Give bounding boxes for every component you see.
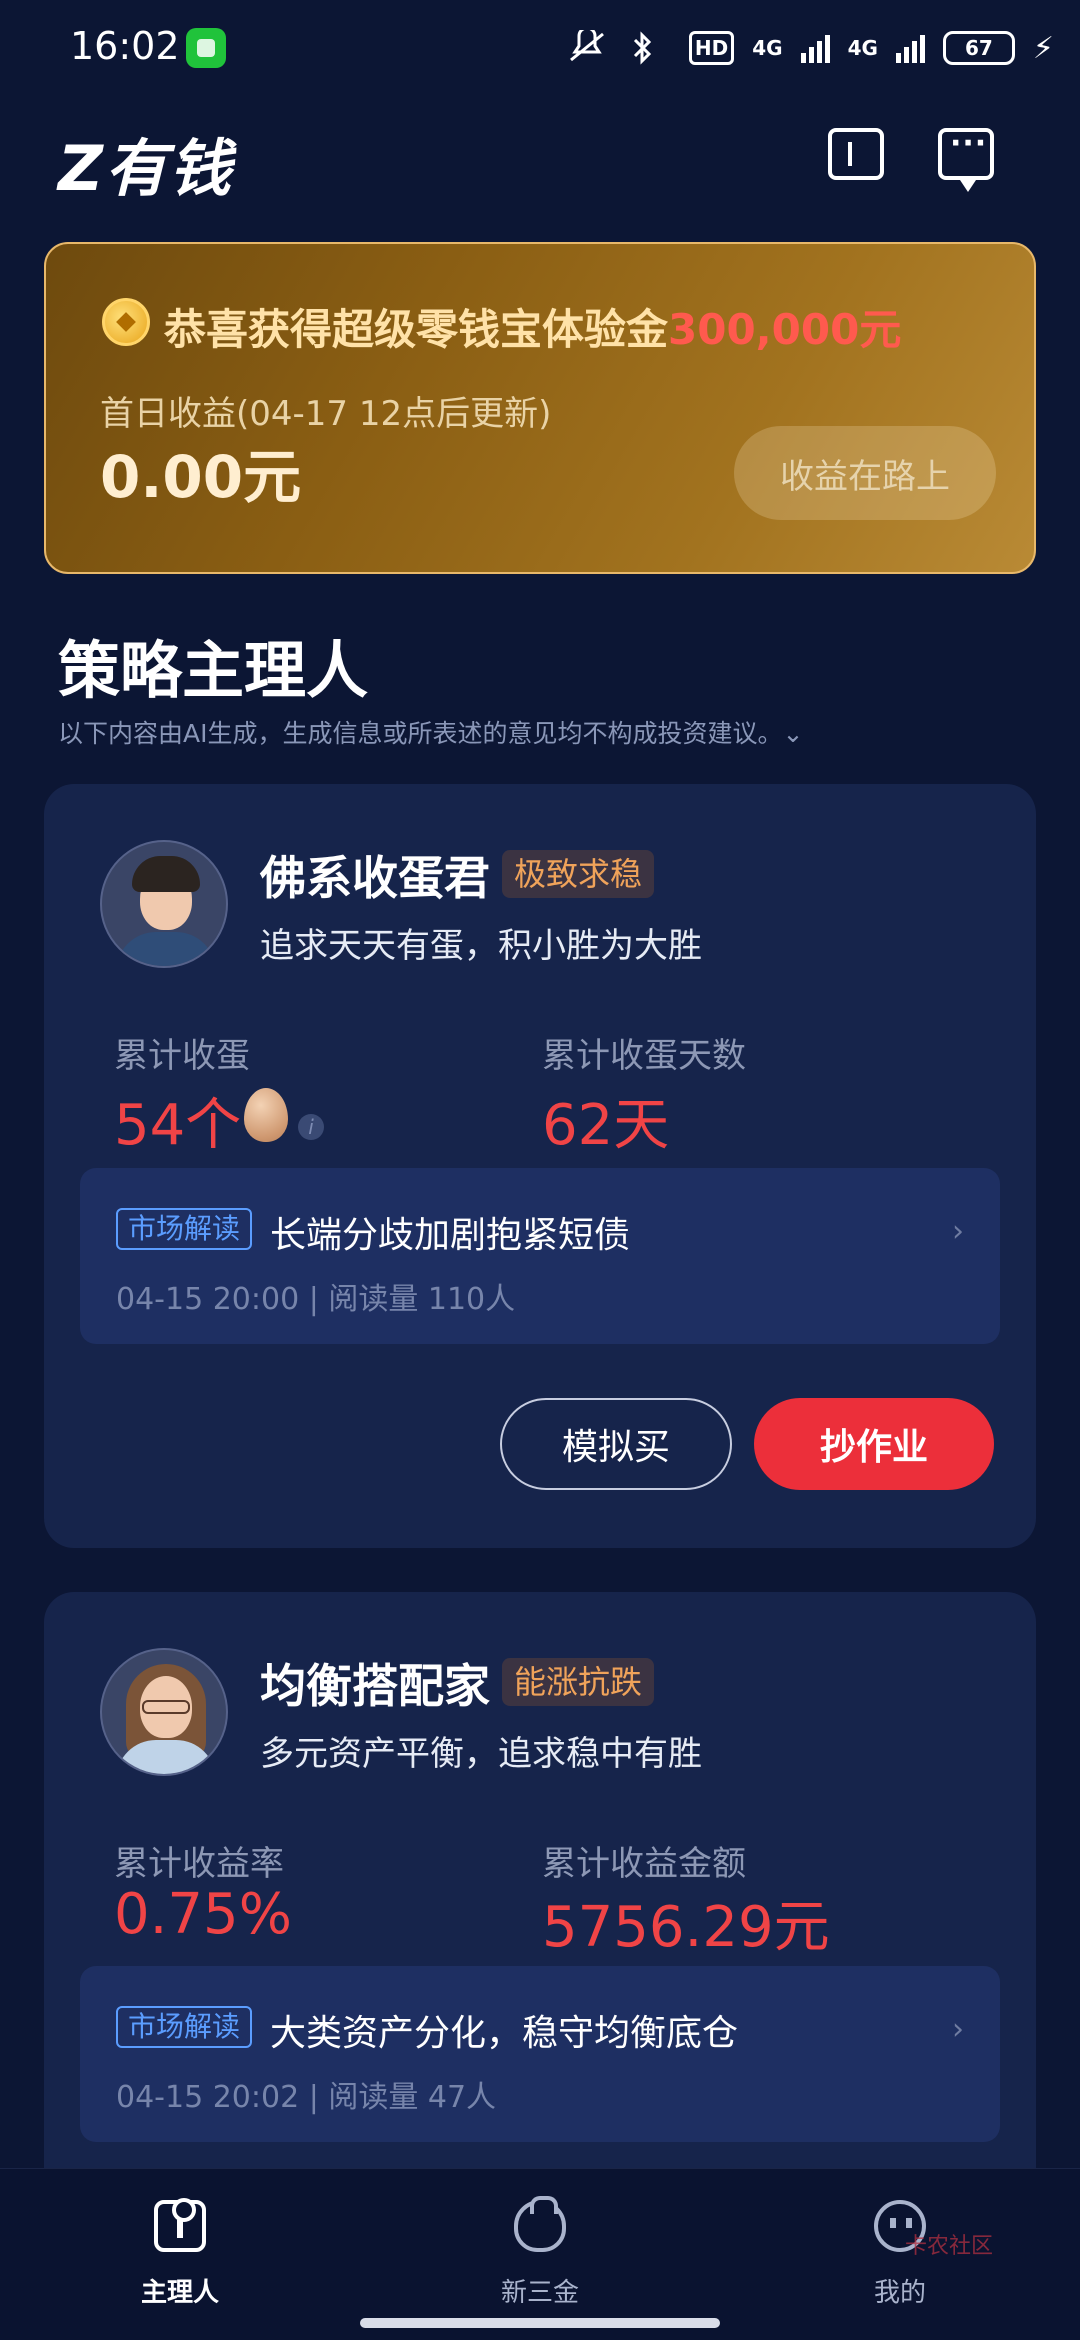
home-indicator[interactable] (360, 2318, 720, 2328)
stat-label: 累计收蛋 (114, 1036, 250, 1076)
tab-label: 我的 (873, 2278, 926, 2308)
market-news-item[interactable]: 市场解读 长端分歧加剧抱紧短债 04-15 20:00 | 阅读量 110人 › (80, 1168, 1000, 1344)
chevron-right-icon: › (952, 1214, 964, 1249)
earnings-status-button[interactable]: 收益在路上 (734, 426, 996, 520)
signal-icon-1 (800, 33, 830, 63)
manager-motto: 多元资产平衡，追求稳中有胜 (260, 1734, 702, 1774)
manager-name: 佛系收蛋君 (260, 851, 490, 905)
banner-title: 恭喜获得超级零钱宝体验金300,000元 (164, 305, 902, 354)
copy-strategy-button[interactable]: 抄作业 (754, 1398, 994, 1490)
manager-motto: 追求天天有蛋，积小胜为大胜 (260, 926, 702, 966)
message-icon[interactable] (938, 126, 994, 192)
ai-disclaimer[interactable]: 以下内容由AI生成，生成信息或所表述的意见均不构成投资建议。⌄ (58, 714, 803, 750)
stat-value: 5756.29元 (542, 1895, 830, 1960)
manager-name: 均衡搭配家 (260, 1659, 490, 1713)
manager-icon (154, 2198, 206, 2252)
manager-card[interactable]: 佛系收蛋君 极致求稳 追求天天有蛋，积小胜为大胜 累计收蛋 54个 i 累计收蛋… (44, 784, 1036, 1548)
news-title: 大类资产分化，稳守均衡底仓 (270, 2013, 739, 2054)
market-news-item[interactable]: 市场解读 大类资产分化，稳守均衡底仓 04-15 20:02 | 阅读量 47人… (80, 1966, 1000, 2142)
news-title: 长端分歧加剧抱紧短债 (270, 1215, 631, 1256)
news-badge: 市场解读 (116, 2006, 253, 2048)
stat-value: 62天 (542, 1093, 670, 1158)
news-meta: 04-15 20:02 | 阅读量 47人 (116, 2080, 497, 2115)
stat-label: 累计收益金额 (542, 1844, 746, 1884)
avatar (100, 840, 228, 968)
section-title: 策略主理人 (58, 634, 369, 707)
info-icon[interactable]: i (298, 1114, 324, 1140)
charging-icon: ⚡ (1032, 30, 1054, 66)
banner-amount: 0.00元 (100, 443, 302, 511)
tab-mine[interactable]: 我的 (780, 2200, 1020, 2320)
ingot-icon (514, 2196, 566, 2252)
network-type-1: 4G (752, 36, 783, 60)
tab-label: 主理人 (140, 2278, 219, 2308)
status-icons: HD 4G 4G 67 ⚡ (565, 24, 1054, 72)
signal-icon-2 (895, 33, 925, 63)
watermark: 卡农社区 (905, 2234, 994, 2259)
status-time: 16:02 (70, 24, 180, 68)
hd-icon: HD (688, 31, 735, 65)
tab-label: 新三金 (500, 2278, 579, 2308)
chevron-right-icon: › (952, 2012, 964, 2047)
stat-value: 54个 (114, 1093, 242, 1158)
manager-tag: 能涨抗跌 (502, 1658, 655, 1706)
bluetooth-icon (627, 30, 671, 66)
app-notification-icon (186, 28, 226, 68)
mute-icon (565, 26, 609, 66)
stat-label: 累计收益率 (114, 1844, 284, 1884)
brand-logo: Z有钱 (58, 132, 233, 205)
banner-subtitle: 首日收益(04-17 12点后更新) (100, 394, 552, 434)
battery-icon: 67 (942, 31, 1015, 65)
trial-fund-banner[interactable]: 恭喜获得超级零钱宝体验金300,000元 首日收益(04-17 12点后更新) … (44, 242, 1036, 574)
news-meta: 04-15 20:00 | 阅读量 110人 (116, 1282, 516, 1317)
tab-manager[interactable]: 主理人 (60, 2198, 300, 2320)
banner-title-amount: 300,000元 (668, 305, 902, 354)
stat-label: 累计收蛋天数 (542, 1036, 746, 1076)
manager-tag: 极致求稳 (502, 850, 655, 898)
stat-value: 0.75% (114, 1882, 292, 1947)
news-badge: 市场解读 (116, 1208, 253, 1250)
simulate-buy-button[interactable]: 模拟买 (500, 1398, 732, 1490)
ticket-icon[interactable] (828, 128, 884, 180)
coin-icon (102, 298, 150, 346)
avatar (100, 1648, 228, 1776)
network-type-2: 4G (847, 36, 878, 60)
egg-icon (244, 1088, 288, 1142)
tab-new-three-funds[interactable]: 新三金 (420, 2196, 660, 2320)
